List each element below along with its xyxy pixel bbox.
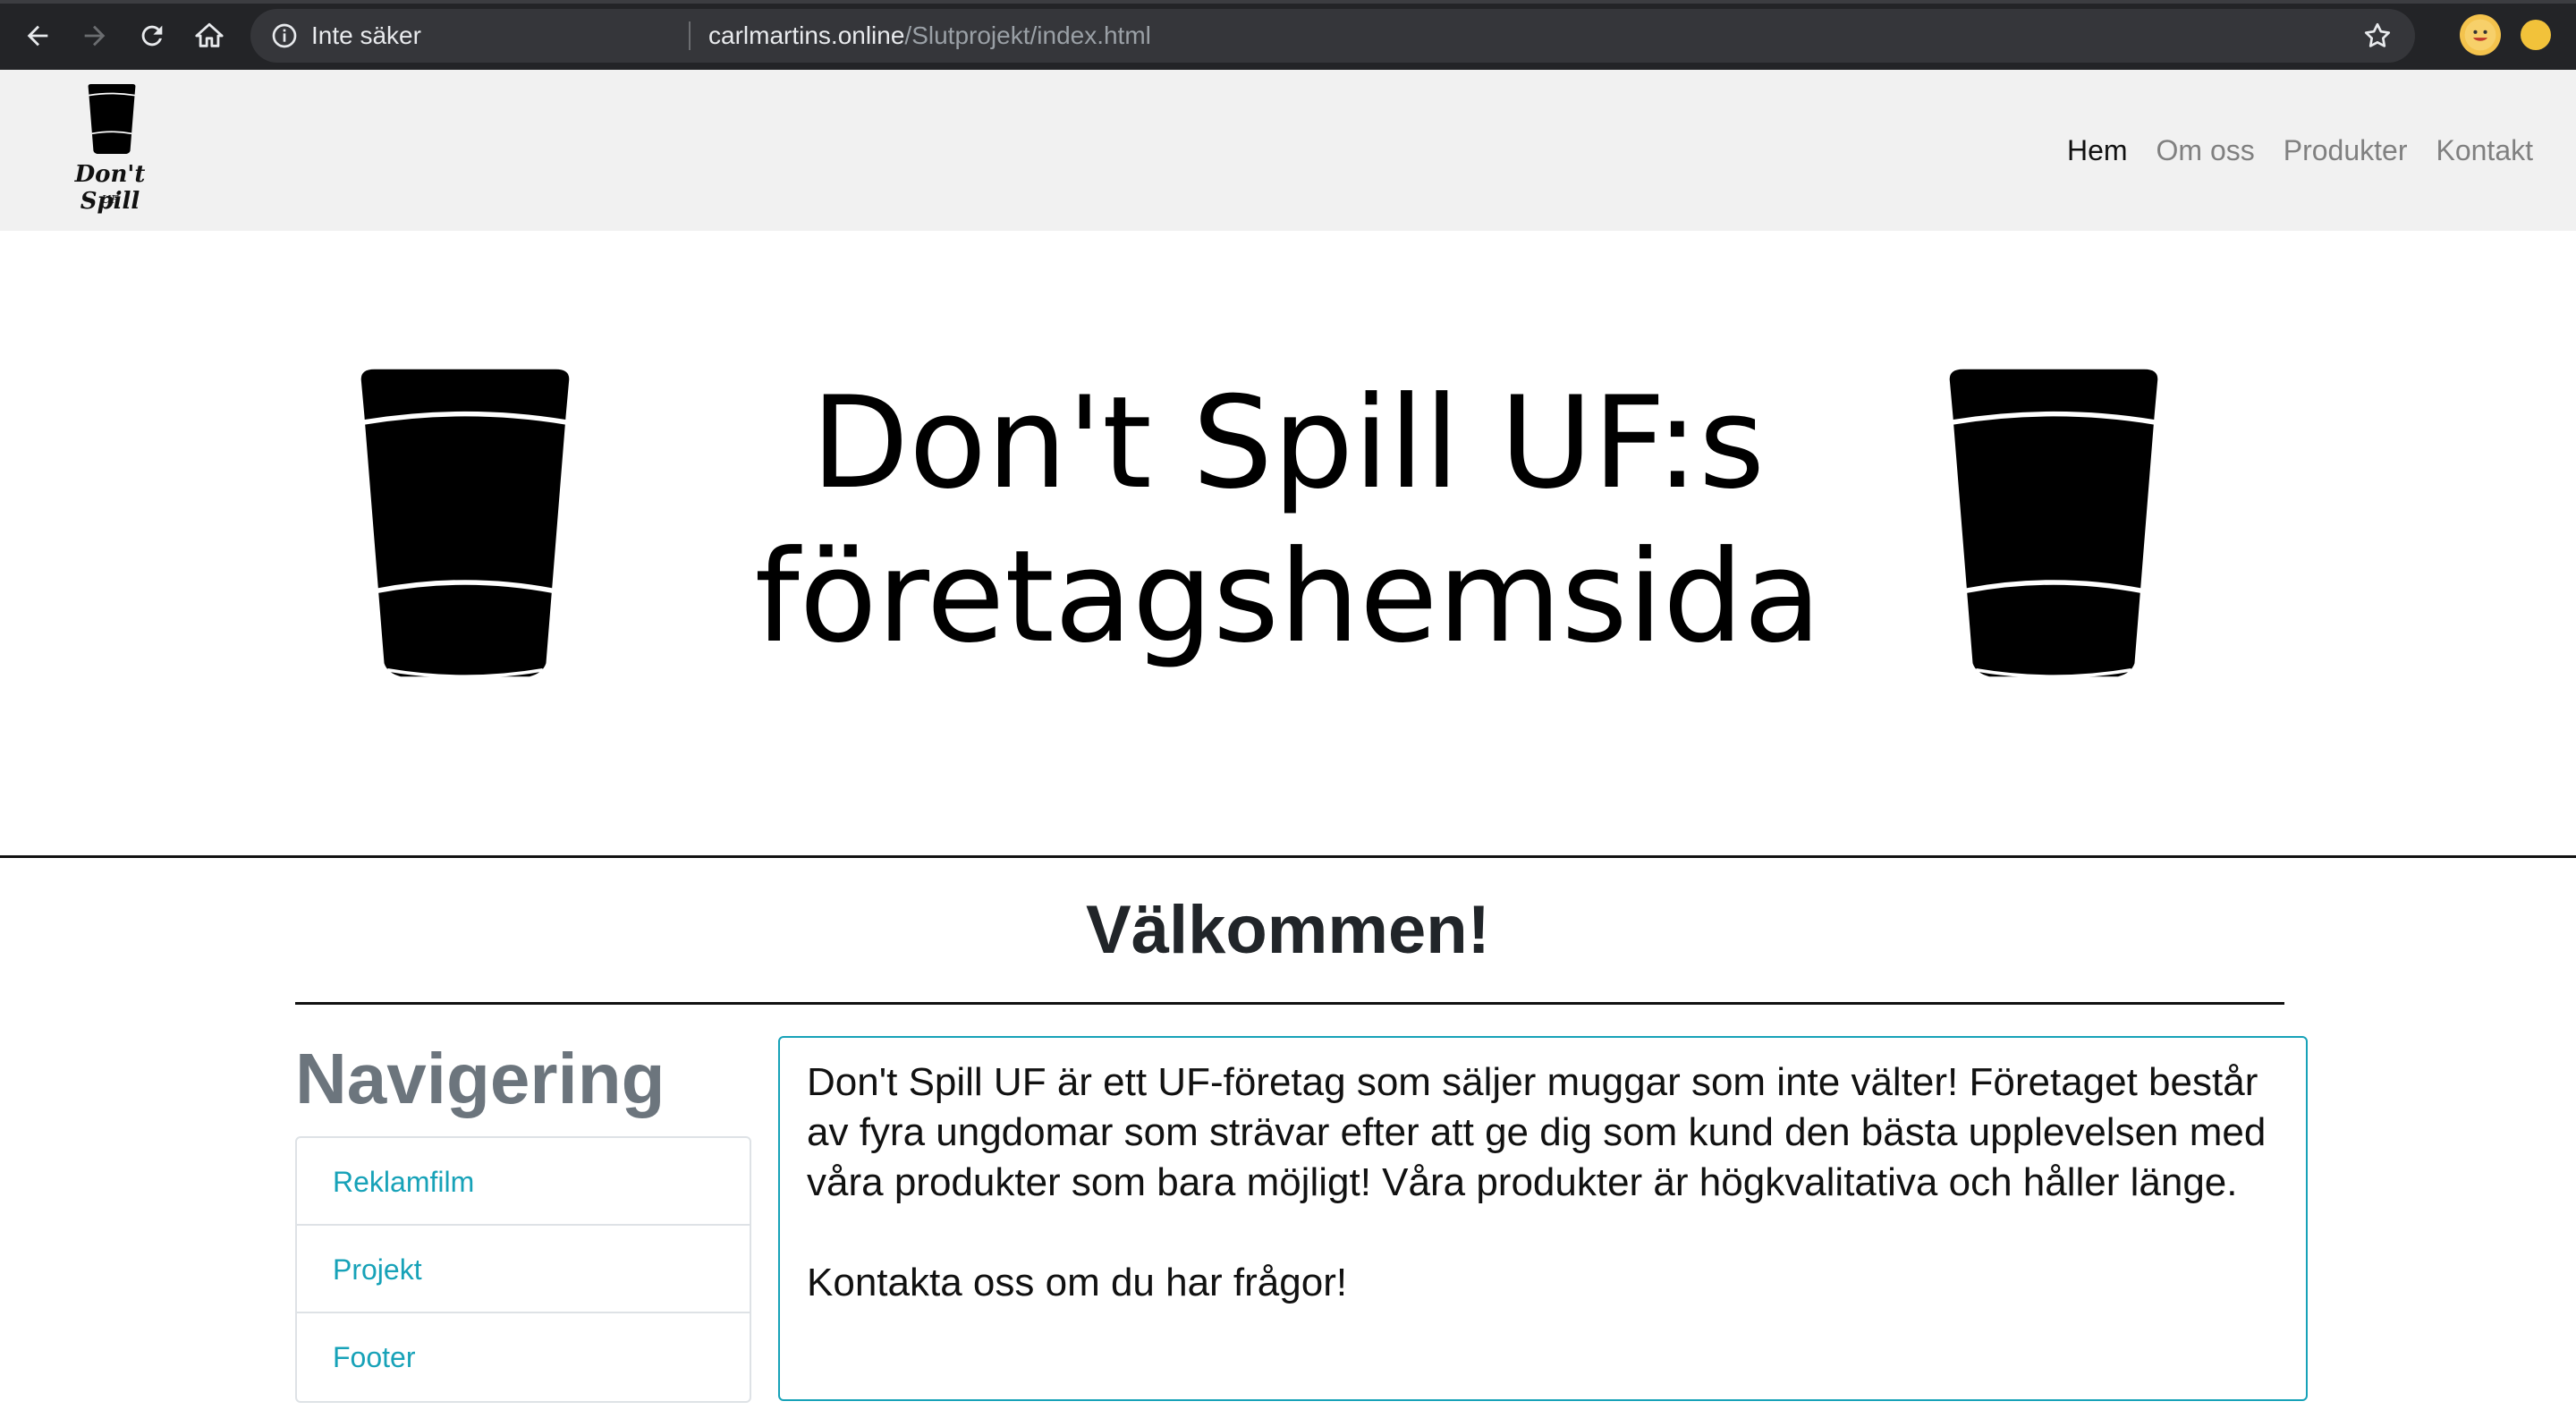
brand-sub: UF <box>101 193 119 206</box>
forward-button[interactable] <box>75 16 114 55</box>
welcome-divider <box>295 1002 2284 1005</box>
site-navbar: Don't Spill UF Hem Om oss Produkter Kont… <box>0 70 2576 231</box>
list-item-footer[interactable]: Footer <box>297 1313 750 1401</box>
list-item-projekt[interactable]: Projekt <box>297 1226 750 1313</box>
brand-name: Don't Spill <box>74 161 146 215</box>
browser-toolbar: Inte säker carlmartins.online/Slutprojek… <box>0 0 2576 70</box>
extension-icon[interactable] <box>2521 20 2551 50</box>
hero-banner: Don't Spill UF:s företagshemsida <box>0 231 2576 857</box>
cup-icon-left <box>360 369 570 677</box>
navigation-title: Navigering <box>295 1039 665 1118</box>
profile-avatar[interactable] <box>2460 14 2501 55</box>
back-button[interactable] <box>18 16 57 55</box>
tab-strip-edge <box>0 0 2576 4</box>
contact-paragraph: Kontakta oss om du har frågor! <box>807 1261 1348 1304</box>
url-host: carlmartins.online <box>708 21 905 49</box>
hero-title: Don't Spill UF:s företagshemsida <box>572 367 2004 675</box>
navigation-list: Reklamfilm Projekt Footer <box>295 1136 751 1403</box>
url-text[interactable]: carlmartins.online/Slutprojekt/index.htm… <box>708 9 1151 63</box>
arrow-right-icon <box>84 25 106 47</box>
home-icon <box>195 22 224 47</box>
address-bar[interactable]: Inte säker carlmartins.online/Slutprojek… <box>250 9 2415 63</box>
nav-link-hem[interactable]: Hem <box>2067 134 2128 167</box>
cup-icon-right <box>1949 369 2158 677</box>
security-label: Inte säker <box>311 21 421 49</box>
reload-button[interactable] <box>132 16 172 55</box>
brand-logo[interactable]: Don't Spill UF <box>43 84 177 218</box>
nav-link-kontakt[interactable]: Kontakt <box>2436 134 2533 167</box>
list-item-reklamfilm[interactable]: Reklamfilm <box>297 1138 750 1226</box>
main-menu: Hem Om oss Produkter Kontakt <box>2067 70 2533 231</box>
arrow-left-icon <box>27 25 48 47</box>
nav-link-produkter[interactable]: Produkter <box>2284 134 2408 167</box>
nav-link-om-oss[interactable]: Om oss <box>2157 134 2255 167</box>
reload-icon <box>141 25 163 47</box>
intro-card: Don't Spill UF är ett UF-företag som säl… <box>778 1036 2308 1401</box>
home-button[interactable] <box>190 16 229 55</box>
hero-divider <box>0 855 2576 858</box>
intro-paragraph: Don't Spill UF är ett UF-företag som säl… <box>807 1060 2267 1204</box>
url-path: /Slutprojekt/index.html <box>904 21 1151 49</box>
welcome-heading: Välkommen! <box>1086 892 1490 968</box>
omnibox-separator <box>689 21 691 50</box>
hero-title-line1: Don't Spill UF:s <box>810 369 1766 517</box>
cup-logo-icon <box>88 84 136 154</box>
info-icon[interactable] <box>270 21 299 50</box>
emoji-face-icon <box>2464 19 2496 51</box>
hero-title-line2: företagshemsida <box>754 523 1822 671</box>
bookmark-star-icon[interactable] <box>2361 20 2394 52</box>
